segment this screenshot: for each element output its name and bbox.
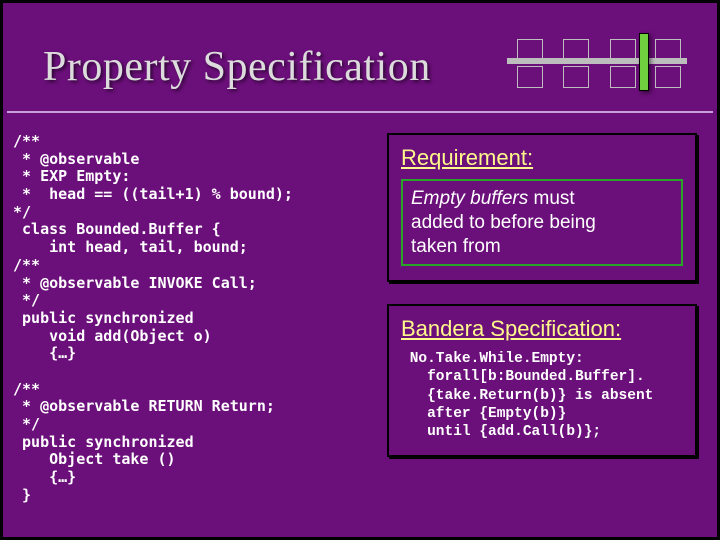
requirement-text: added to before being: [411, 212, 596, 233]
divider: [7, 111, 713, 113]
requirement-panel: Requirement: Empty buffers must added to…: [387, 133, 697, 282]
diagram-box: [655, 66, 681, 88]
diagram-box: [563, 39, 589, 61]
slide: Property Specification /** * @observable…: [3, 3, 717, 537]
diagram: [497, 23, 697, 98]
requirement-em: Empty buffers: [411, 188, 528, 209]
diagram-box: [655, 39, 681, 61]
diagram-highlight: [639, 33, 649, 91]
diagram-box: [563, 66, 589, 88]
slide-title: Property Specification: [43, 43, 431, 91]
diagram-box: [517, 66, 543, 88]
right-column: Requirement: Empty buffers must added to…: [387, 133, 697, 479]
bandera-panel: Bandera Specification: No.Take.While.Emp…: [387, 304, 697, 457]
diagram-box: [517, 39, 543, 61]
requirement-heading: Requirement:: [401, 145, 683, 171]
requirement-text: must: [528, 188, 574, 209]
diagram-box: [610, 66, 636, 88]
bandera-heading: Bandera Specification:: [401, 316, 683, 342]
diagram-box: [610, 39, 636, 61]
bandera-body: No.Take.While.Empty: forall[b:Bounded.Bu…: [401, 350, 683, 441]
code-block: /** * @observable * EXP Empty: * head ==…: [13, 133, 383, 504]
requirement-text: taken from: [411, 236, 501, 257]
code-column: /** * @observable * EXP Empty: * head ==…: [13, 133, 383, 504]
requirement-box: Empty buffers must added to before being…: [401, 179, 683, 266]
